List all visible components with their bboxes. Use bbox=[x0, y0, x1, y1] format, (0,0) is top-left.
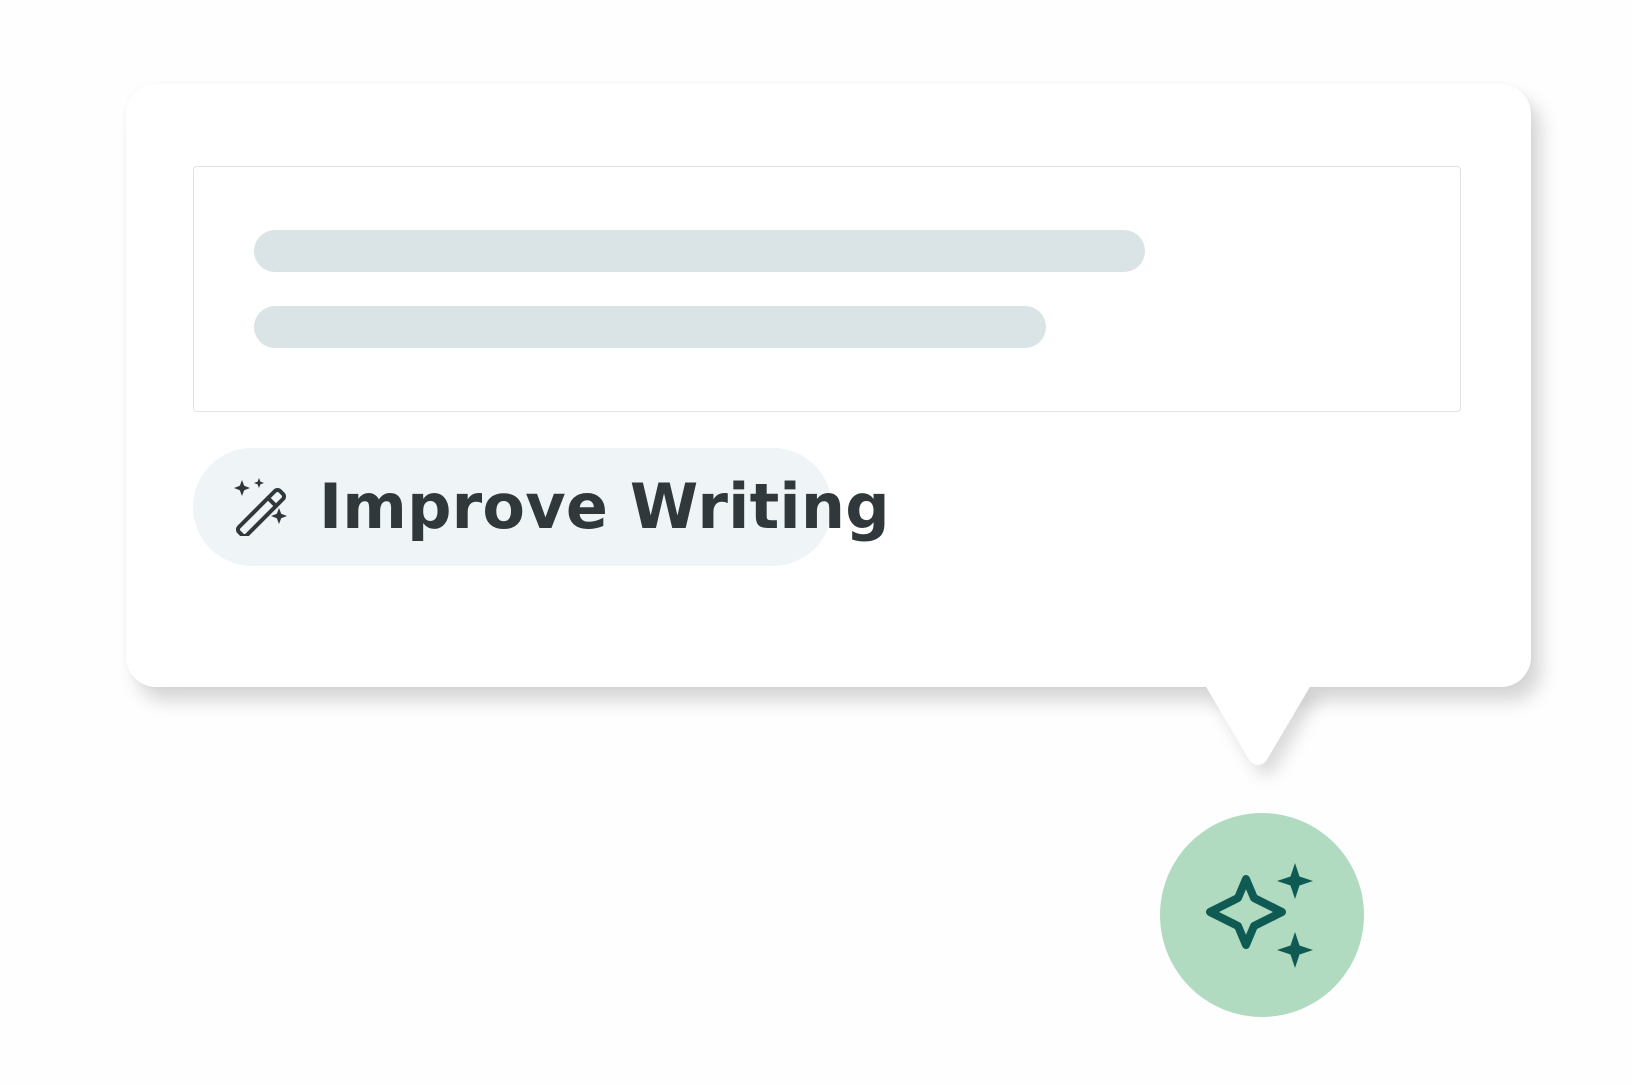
ai-suggestions-popover: Improve Writing bbox=[126, 84, 1531, 687]
sparkles-icon bbox=[1206, 863, 1313, 968]
magic-wand-icon bbox=[231, 478, 295, 539]
popover-pointer bbox=[1205, 679, 1311, 765]
text-editor-preview[interactable] bbox=[193, 166, 1461, 412]
improve-writing-button[interactable]: Improve Writing bbox=[193, 448, 890, 566]
text-placeholder-line bbox=[254, 230, 1145, 272]
improve-writing-label: Improve Writing bbox=[319, 470, 890, 543]
ai-assistant-button[interactable] bbox=[1160, 813, 1364, 1017]
text-placeholder-line bbox=[254, 306, 1046, 348]
